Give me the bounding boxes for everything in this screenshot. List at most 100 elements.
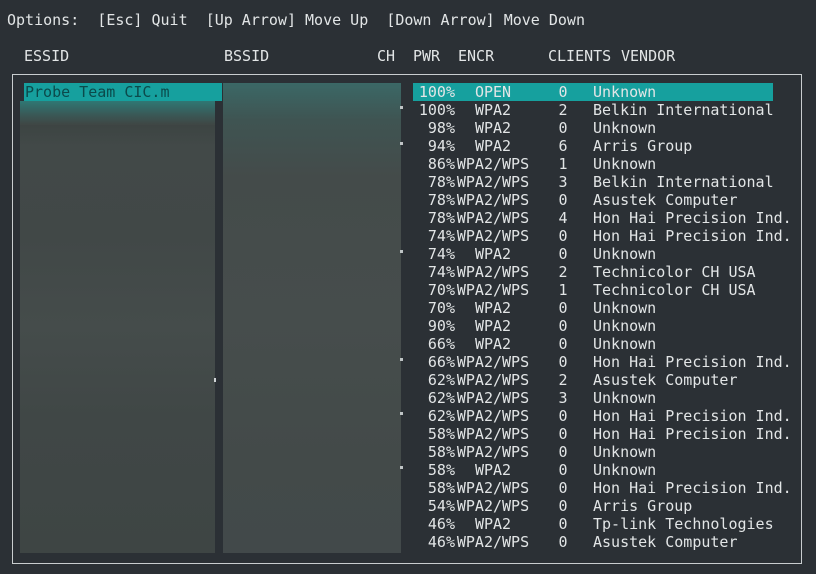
column-header-pwr: PWR <box>413 47 441 65</box>
network-row[interactable]: 100% WPA2 2 Belkin International <box>12 101 802 119</box>
network-row[interactable]: 78% WPA2/WPS 4 Hon Hai Precision Ind. <box>12 209 802 227</box>
pwr-cell: 58% <box>427 425 455 443</box>
pwr-cell: 46% <box>427 515 455 533</box>
vendor-cell: Unknown <box>593 461 657 479</box>
network-row[interactable]: 74% WPA2/WPS 0 Hon Hai Precision Ind. <box>12 227 802 245</box>
network-row[interactable]: 66% WPA2 0 Unknown <box>12 335 802 353</box>
pwr-cell: 62% <box>427 389 455 407</box>
channel-marker <box>400 250 403 253</box>
vendor-cell: Unknown <box>593 119 657 137</box>
encr-cell: WPA2 <box>474 137 512 155</box>
encr-cell: WPA2/WPS <box>456 281 530 299</box>
network-row[interactable]: 70% WPA2/WPS 1 Technicolor CH USA <box>12 281 802 299</box>
network-row[interactable]: 46% WPA2 0 Tp-link Technologies <box>12 515 802 533</box>
column-header-ch: CH <box>377 47 396 65</box>
clients-cell: 2 <box>558 263 568 281</box>
clients-cell: 0 <box>558 443 568 461</box>
vendor-cell: Technicolor CH USA <box>593 263 756 281</box>
network-row[interactable]: 54% WPA2/WPS 0 Arris Group <box>12 497 802 515</box>
pwr-cell: 78% <box>427 191 455 209</box>
options-label: Options: <box>7 11 80 29</box>
network-row[interactable]: 62% WPA2/WPS 2 Asustek Computer <box>12 371 802 389</box>
network-row[interactable]: 58% WPA2 0 Unknown <box>12 461 802 479</box>
network-row[interactable]: 74% WPA2/WPS 2 Technicolor CH USA <box>12 263 802 281</box>
network-row[interactable]: 78% WPA2/WPS 3 Belkin International <box>12 173 802 191</box>
network-row[interactable]: 86% WPA2/WPS 1 Unknown <box>12 155 802 173</box>
pwr-cell: 58% <box>427 479 455 497</box>
vendor-cell: Unknown <box>593 245 657 263</box>
encr-cell: WPA2/WPS <box>456 533 530 551</box>
pwr-cell: 90% <box>427 317 455 335</box>
network-row[interactable]: 90% WPA2 0 Unknown <box>12 317 802 335</box>
encr-cell: WPA2/WPS <box>456 443 530 461</box>
encr-cell: WPA2 <box>474 515 512 533</box>
clients-cell: 0 <box>558 407 568 425</box>
clients-cell: 0 <box>558 533 568 551</box>
clients-cell: 2 <box>558 101 568 119</box>
network-row[interactable]: 78% WPA2/WPS 0 Asustek Computer <box>12 191 802 209</box>
encr-cell: WPA2/WPS <box>456 263 530 281</box>
vendor-cell: Unknown <box>593 155 657 173</box>
vendor-cell: Technicolor CH USA <box>593 281 756 299</box>
network-row[interactable]: 62% WPA2/WPS 0 Hon Hai Precision Ind. <box>12 407 802 425</box>
move-up-option[interactable]: [Up Arrow] Move Up <box>206 11 369 29</box>
network-row[interactable]: 94% WPA2 6 Arris Group <box>12 137 802 155</box>
vendor-cell: Arris Group <box>593 497 693 515</box>
network-row[interactable]: 58% WPA2/WPS 0 Unknown <box>12 443 802 461</box>
clients-cell: 0 <box>558 317 568 335</box>
move-down-option[interactable]: [Down Arrow] Move Down <box>386 11 585 29</box>
pwr-cell: 74% <box>427 245 455 263</box>
column-header-encr: ENCR <box>458 47 495 65</box>
encr-cell: WPA2/WPS <box>456 479 530 497</box>
network-list[interactable]: Probe Team CIC.m 100% OPEN 0 Unknown 100% WPA2… <box>12 83 802 551</box>
clients-cell: 0 <box>558 191 568 209</box>
network-row[interactable]: 66% WPA2/WPS 0 Hon Hai Precision Ind. <box>12 353 802 371</box>
column-header-bssid: BSSID <box>224 47 270 65</box>
pwr-cell: 100% <box>418 83 455 101</box>
clients-cell: 1 <box>558 155 568 173</box>
encr-cell: WPA2/WPS <box>456 173 530 191</box>
clients-cell: 0 <box>558 119 568 137</box>
encr-cell: WPA2/WPS <box>456 389 530 407</box>
channel-marker <box>400 106 403 109</box>
pwr-cell: 94% <box>427 137 455 155</box>
encr-cell: WPA2 <box>474 245 512 263</box>
network-row-selected[interactable]: Probe Team CIC.m 100% OPEN 0 Unknown <box>12 83 802 101</box>
network-row[interactable]: 46% WPA2/WPS 0 Asustek Computer <box>12 533 802 551</box>
pwr-cell: 74% <box>427 263 455 281</box>
network-row[interactable]: 58% WPA2/WPS 0 Hon Hai Precision Ind. <box>12 425 802 443</box>
vendor-cell: Unknown <box>593 83 657 101</box>
encr-cell: WPA2 <box>474 335 512 353</box>
clients-cell: 0 <box>558 515 568 533</box>
network-row[interactable]: 70% WPA2 0 Unknown <box>12 299 802 317</box>
clients-cell: 0 <box>558 425 568 443</box>
clients-cell: 3 <box>558 389 568 407</box>
encr-cell: WPA2/WPS <box>456 155 530 173</box>
column-header-vendor: VENDOR <box>621 47 676 65</box>
clients-cell: 0 <box>558 497 568 515</box>
pwr-cell: 66% <box>427 335 455 353</box>
pwr-cell: 58% <box>427 461 455 479</box>
channel-marker <box>400 358 403 361</box>
vendor-cell: Unknown <box>593 443 657 461</box>
clients-cell: 6 <box>558 137 568 155</box>
clients-cell: 0 <box>558 335 568 353</box>
encr-cell: WPA2 <box>474 299 512 317</box>
column-header-clients: CLIENTS <box>548 47 612 65</box>
network-row[interactable]: 74% WPA2 0 Unknown <box>12 245 802 263</box>
pwr-cell: 70% <box>427 299 455 317</box>
network-row[interactable]: 62% WPA2/WPS 3 Unknown <box>12 389 802 407</box>
vendor-cell: Belkin International <box>593 173 774 191</box>
vendor-cell: Hon Hai Precision Ind. <box>593 209 792 227</box>
clients-cell: 0 <box>558 479 568 497</box>
quit-option[interactable]: [Esc] Quit <box>97 11 187 29</box>
pwr-cell: 46% <box>427 533 455 551</box>
essid-cell: Probe Team CIC.m <box>25 83 170 101</box>
pwr-cell: 78% <box>427 173 455 191</box>
clients-cell: 4 <box>558 209 568 227</box>
encr-cell: WPA2/WPS <box>456 407 530 425</box>
network-row[interactable]: 58% WPA2/WPS 0 Hon Hai Precision Ind. <box>12 479 802 497</box>
vendor-cell: Hon Hai Precision Ind. <box>593 353 792 371</box>
clients-cell: 0 <box>558 461 568 479</box>
network-row[interactable]: 98% WPA2 0 Unknown <box>12 119 802 137</box>
